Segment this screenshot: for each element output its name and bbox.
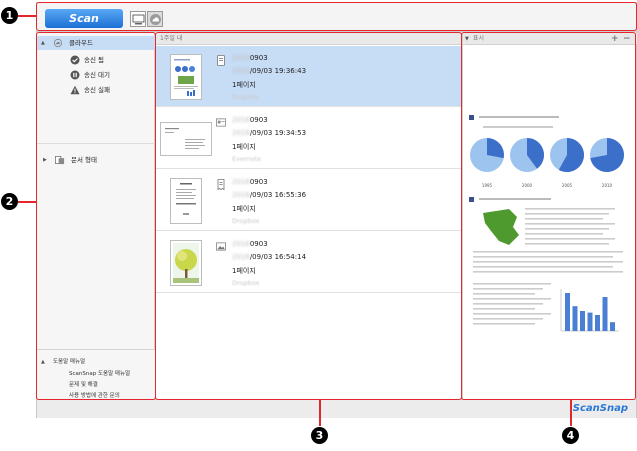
callout-box-toolbar (36, 2, 637, 31)
callout-box-preview (461, 32, 636, 400)
callout-box-content-list (155, 32, 462, 400)
callout-badge-4: 4 (562, 427, 579, 444)
callout-line-3 (319, 400, 321, 426)
callout-line-2 (18, 201, 36, 203)
callout-line-4 (570, 400, 572, 426)
scansnap-logo: ScanSnap (572, 403, 628, 414)
callout-badge-2: 2 (1, 193, 18, 210)
callout-box-left-panel (36, 32, 156, 400)
callout-badge-3: 3 (311, 427, 328, 444)
callout-badge-1: 1 (1, 7, 18, 24)
status-bar: ScanSnap (37, 399, 636, 418)
callout-line-1 (18, 15, 36, 17)
